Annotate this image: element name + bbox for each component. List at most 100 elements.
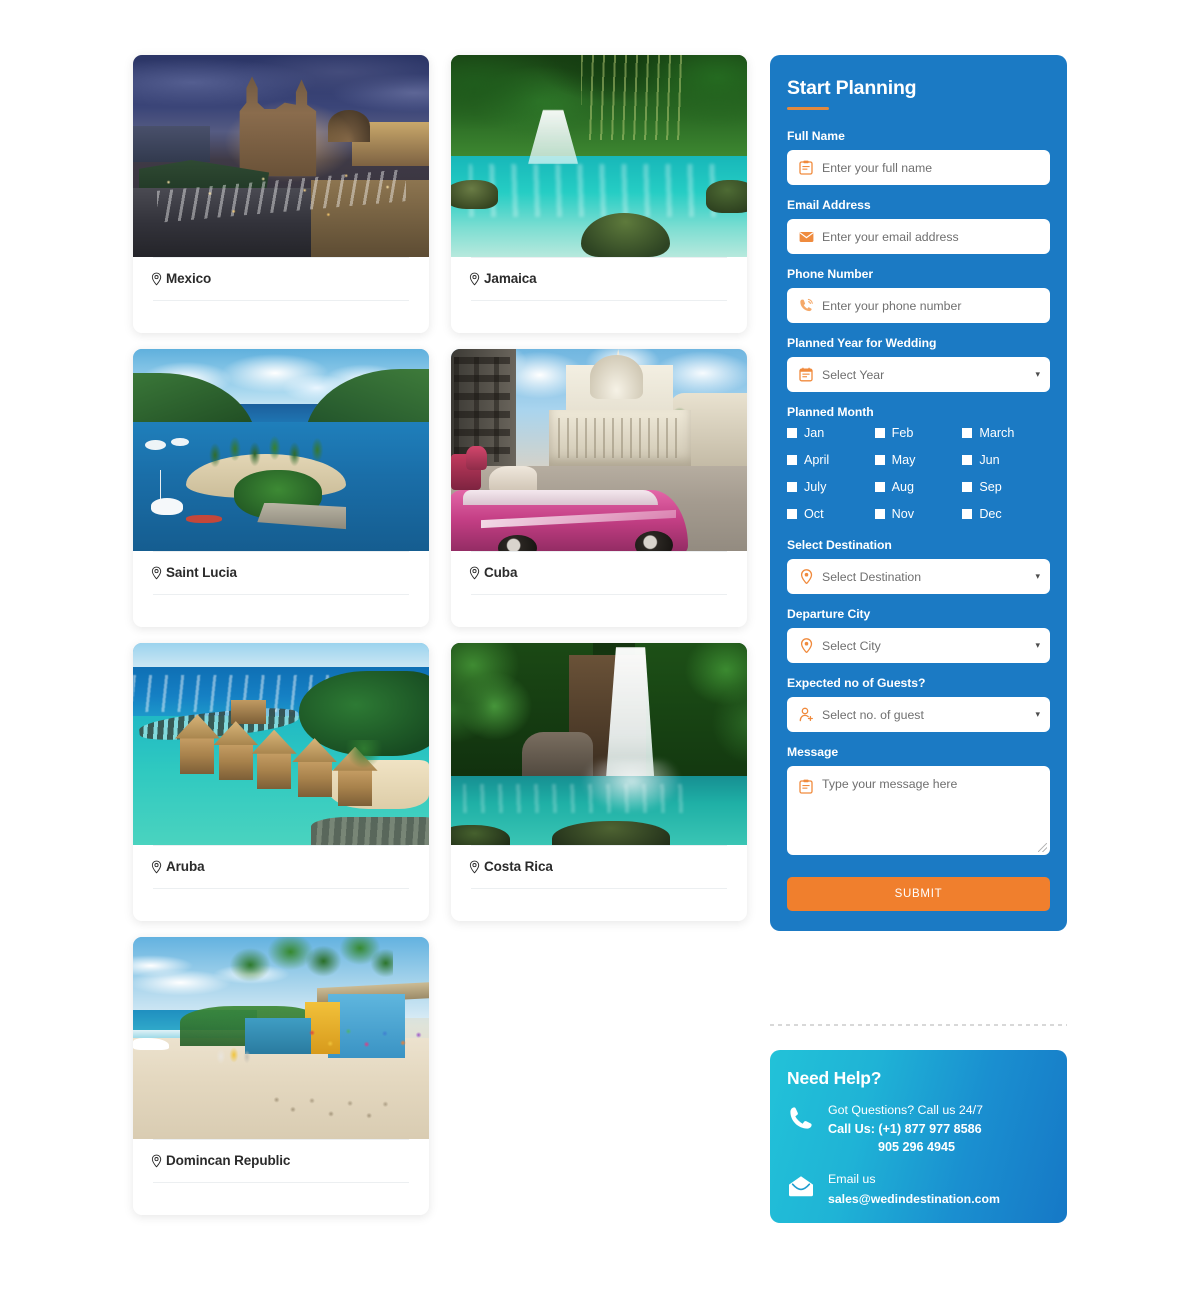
help-email-line2[interactable]: sales@wedindestination.com	[828, 1190, 1000, 1209]
checkbox-box[interactable]	[962, 428, 973, 438]
checkbox-box[interactable]	[874, 428, 885, 438]
month-checkbox-july[interactable]: July	[787, 480, 875, 494]
checkbox-box[interactable]	[962, 455, 973, 465]
location-pin-icon	[469, 566, 480, 579]
month-label: Nov	[891, 507, 915, 521]
destination-label: Costa Rica	[469, 846, 729, 888]
destination-image-saint-lucia	[133, 349, 429, 551]
label-email: Email Address	[787, 198, 871, 212]
phone-handset-icon	[787, 1104, 815, 1132]
chevron-down-icon: ▾	[1035, 571, 1040, 581]
phone-icon	[798, 298, 814, 314]
need-help-title: Need Help?	[787, 1068, 882, 1088]
destination-select[interactable]: Select Destination ▾	[787, 559, 1050, 594]
destination-card-dominican-republic[interactable]: Domincan Republic	[133, 937, 429, 1215]
destination-card-saint-lucia[interactable]: Saint Lucia	[133, 349, 429, 627]
chevron-down-icon: ▾	[1035, 709, 1040, 719]
month-label: Feb	[891, 426, 914, 440]
destination-name: Saint Lucia	[166, 565, 237, 580]
location-pin-icon	[469, 272, 480, 285]
destination-label: Jamaica	[469, 258, 729, 300]
destination-image-costa-rica	[451, 643, 747, 845]
checkbox-box[interactable]	[962, 482, 973, 492]
phone-placeholder: Enter your phone number	[822, 298, 962, 313]
email-input-wrap[interactable]: Enter your email address	[787, 219, 1050, 254]
location-pin-icon	[151, 1154, 162, 1167]
month-checkbox-dec[interactable]: Dec	[962, 507, 1050, 521]
destination-name: Domincan Republic	[166, 1153, 291, 1168]
month-checkbox-oct[interactable]: Oct	[787, 507, 875, 521]
month-checkbox-may[interactable]: May	[874, 453, 963, 467]
destination-card-aruba[interactable]: Aruba	[133, 643, 429, 921]
checkbox-box[interactable]	[874, 455, 885, 465]
map-pin-icon	[798, 638, 814, 654]
submit-button[interactable]: SUBMIT	[787, 877, 1050, 911]
calendar-icon	[798, 367, 814, 383]
help-email-line1: Email us	[828, 1172, 876, 1187]
start-planning-form: Start Planning Full Name Enter your full…	[770, 55, 1067, 931]
destination-name: Jamaica	[484, 271, 537, 286]
destination-card-cuba[interactable]: Cuba	[451, 349, 747, 627]
need-help-card: Need Help? Got Questions? Call us 24/7 C…	[770, 1050, 1067, 1223]
departure-city-select[interactable]: Select City ▾	[787, 628, 1050, 663]
checkbox-box[interactable]	[787, 482, 797, 492]
planned-year-placeholder: Select Year	[822, 367, 885, 382]
help-email-text: Email us sales@wedindestination.com	[828, 1170, 1000, 1208]
label-full-name: Full Name	[787, 129, 845, 143]
month-checkbox-jan[interactable]: Jan	[787, 426, 875, 440]
help-phone-line3[interactable]: 905 296 4945	[828, 1138, 983, 1156]
destination-label: Aruba	[151, 846, 411, 888]
destination-name: Mexico	[166, 271, 212, 286]
label-message: Message	[787, 745, 839, 759]
help-phone-line2[interactable]: Call Us: (+1) 877 977 8586	[828, 1120, 983, 1138]
user-add-icon	[798, 707, 814, 723]
month-label: Sep	[979, 480, 1002, 494]
destination-card-costa-rica[interactable]: Costa Rica	[451, 643, 747, 921]
month-label: May	[891, 453, 916, 467]
chevron-down-icon: ▾	[1035, 640, 1040, 650]
destination-card-jamaica[interactable]: Jamaica	[451, 55, 747, 333]
checkbox-box[interactable]	[874, 482, 885, 492]
checkbox-box[interactable]	[787, 428, 797, 438]
departure-city-placeholder: Select City	[822, 638, 881, 653]
destination-card-mexico[interactable]: Mexico	[133, 55, 429, 333]
checkbox-box[interactable]	[787, 509, 797, 519]
month-label: Oct	[804, 507, 824, 521]
email-placeholder: Enter your email address	[822, 229, 959, 244]
resize-handle[interactable]	[1038, 843, 1047, 852]
label-departure-city: Departure City	[787, 607, 871, 621]
destination-label: Domincan Republic	[151, 1140, 411, 1182]
month-checkbox-sep[interactable]: Sep	[962, 480, 1050, 494]
form-title: Start Planning	[787, 77, 917, 99]
month-label: Dec	[979, 507, 1002, 521]
help-phone-text: Got Questions? Call us 24/7 Call Us: (+1…	[828, 1102, 983, 1156]
destination-image-dominican-republic	[133, 937, 429, 1139]
month-checkbox-jun[interactable]: Jun	[962, 453, 1050, 467]
guests-select[interactable]: Select no. of guest ▾	[787, 697, 1050, 732]
month-checkbox-nov[interactable]: Nov	[874, 507, 963, 521]
map-pin-icon	[798, 569, 814, 585]
checkbox-box[interactable]	[962, 509, 973, 519]
month-checkbox-april[interactable]: April	[787, 453, 875, 467]
destination-placeholder: Select Destination	[822, 569, 922, 584]
planned-year-select[interactable]: Select Year ▾	[787, 357, 1050, 392]
title-underline	[787, 107, 829, 110]
checkbox-box[interactable]	[787, 455, 797, 465]
guests-placeholder: Select no. of guest	[822, 707, 924, 722]
message-textarea[interactable]: Type your message here	[787, 766, 1050, 855]
month-checkbox-march[interactable]: March	[962, 426, 1050, 440]
destination-image-jamaica	[451, 55, 747, 257]
chevron-down-icon: ▾	[1035, 369, 1040, 379]
month-checkbox-aug[interactable]: Aug	[874, 480, 963, 494]
label-phone: Phone Number	[787, 267, 874, 281]
destination-name: Costa Rica	[484, 859, 553, 874]
destination-planning-page: Mexico Jamaica Saint Lucia Cuba Aruba Co…	[0, 0, 1200, 1311]
month-checkbox-feb[interactable]: Feb	[874, 426, 963, 440]
checkbox-box[interactable]	[874, 509, 885, 519]
label-planned-year: Planned Year for Wedding	[787, 336, 937, 350]
phone-input-wrap[interactable]: Enter your phone number	[787, 288, 1050, 323]
envelope-icon	[798, 229, 814, 245]
full-name-input-wrap[interactable]: Enter your full name	[787, 150, 1050, 185]
envelope-open-icon	[787, 1172, 815, 1200]
destination-label: Mexico	[151, 258, 411, 300]
